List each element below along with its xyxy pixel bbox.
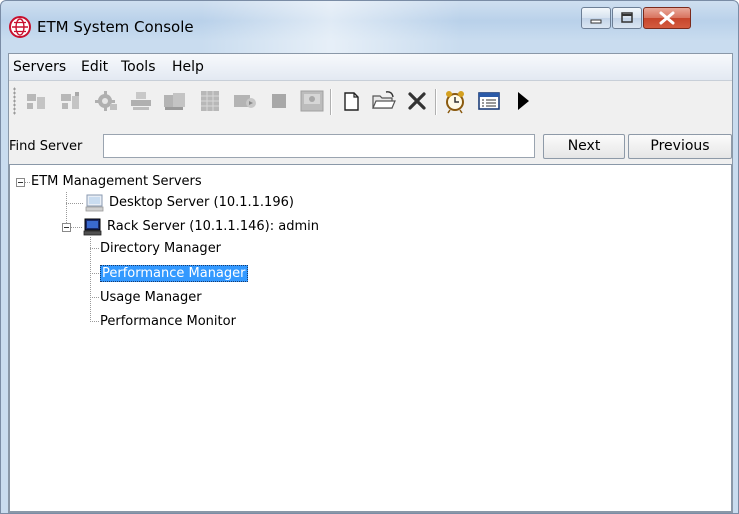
desktop-computer-icon	[85, 194, 104, 212]
server-icon[interactable]	[161, 87, 189, 115]
tree-connector	[90, 273, 100, 274]
performance-monitor-label: Performance Monitor	[100, 314, 236, 329]
app-window: ETM System Console Servers Edit Tools He…	[0, 0, 739, 514]
stop-icon[interactable]	[265, 87, 293, 115]
tree-connector	[90, 237, 91, 321]
server-tree[interactable]: ETM Management Servers Desktop Server (1…	[9, 164, 732, 512]
image-icon[interactable]	[298, 87, 326, 115]
find-server-label: Find Server	[9, 139, 83, 154]
menu-edit[interactable]: Edit	[81, 59, 108, 75]
menu-bar: Servers Edit Tools Help	[9, 54, 732, 81]
toolbar-separator	[330, 89, 332, 115]
collapse-toggle[interactable]	[16, 178, 25, 187]
disconnect-icon[interactable]	[57, 87, 85, 115]
play-arrow-icon[interactable]	[509, 87, 537, 115]
globe-logo-icon	[9, 16, 31, 38]
forward-server-icon[interactable]	[231, 87, 259, 115]
window-list-icon[interactable]	[475, 87, 503, 115]
minimize-button[interactable]	[581, 7, 611, 29]
close-icon	[659, 11, 675, 25]
rack-computer-icon	[83, 218, 102, 236]
performance-manager-label: Performance Manager	[100, 265, 248, 282]
previous-button[interactable]: Previous	[628, 134, 732, 159]
title-bar[interactable]: ETM System Console	[1, 1, 738, 53]
close-button[interactable]	[643, 7, 691, 29]
client-area: Servers Edit Tools Help Find Server Next…	[8, 53, 733, 513]
window-title: ETM System Console	[37, 18, 194, 36]
find-server-input[interactable]	[103, 134, 535, 158]
tree-root-label: ETM Management Servers	[31, 174, 202, 189]
usage-manager-label: Usage Manager	[100, 290, 202, 305]
tree-connector	[71, 227, 83, 228]
tree-connector	[90, 248, 100, 249]
minimize-icon	[590, 19, 602, 24]
find-bar: Find Server Next Previous	[9, 134, 732, 160]
next-button[interactable]: Next	[543, 134, 625, 159]
menu-servers[interactable]: Servers	[13, 59, 66, 75]
maximize-icon	[621, 12, 633, 23]
menu-tools[interactable]: Tools	[121, 59, 156, 75]
maximize-button[interactable]	[612, 7, 642, 29]
open-folder-icon[interactable]	[370, 87, 398, 115]
alarm-clock-icon[interactable]	[441, 87, 469, 115]
delete-x-icon[interactable]	[403, 87, 431, 115]
tree-connector	[90, 321, 100, 322]
collapse-toggle[interactable]	[62, 223, 71, 232]
toolbar-separator	[435, 89, 437, 115]
settings-gear-icon[interactable]	[93, 87, 121, 115]
tree-connector	[90, 297, 100, 298]
title-glow	[201, 1, 461, 53]
menu-help[interactable]: Help	[172, 59, 204, 75]
rack-server-label: Rack Server (10.1.1.146): admin	[107, 219, 319, 234]
grid-icon[interactable]	[196, 87, 224, 115]
desktop-server-label: Desktop Server (10.1.1.196)	[109, 195, 294, 210]
toolbar-grip[interactable]	[13, 87, 16, 115]
directory-manager-label: Directory Manager	[100, 241, 222, 256]
tree-connector	[66, 203, 84, 204]
connect-icon[interactable]	[23, 87, 51, 115]
new-document-icon[interactable]	[337, 87, 365, 115]
toolbar	[9, 81, 732, 123]
print-icon[interactable]	[127, 87, 155, 115]
